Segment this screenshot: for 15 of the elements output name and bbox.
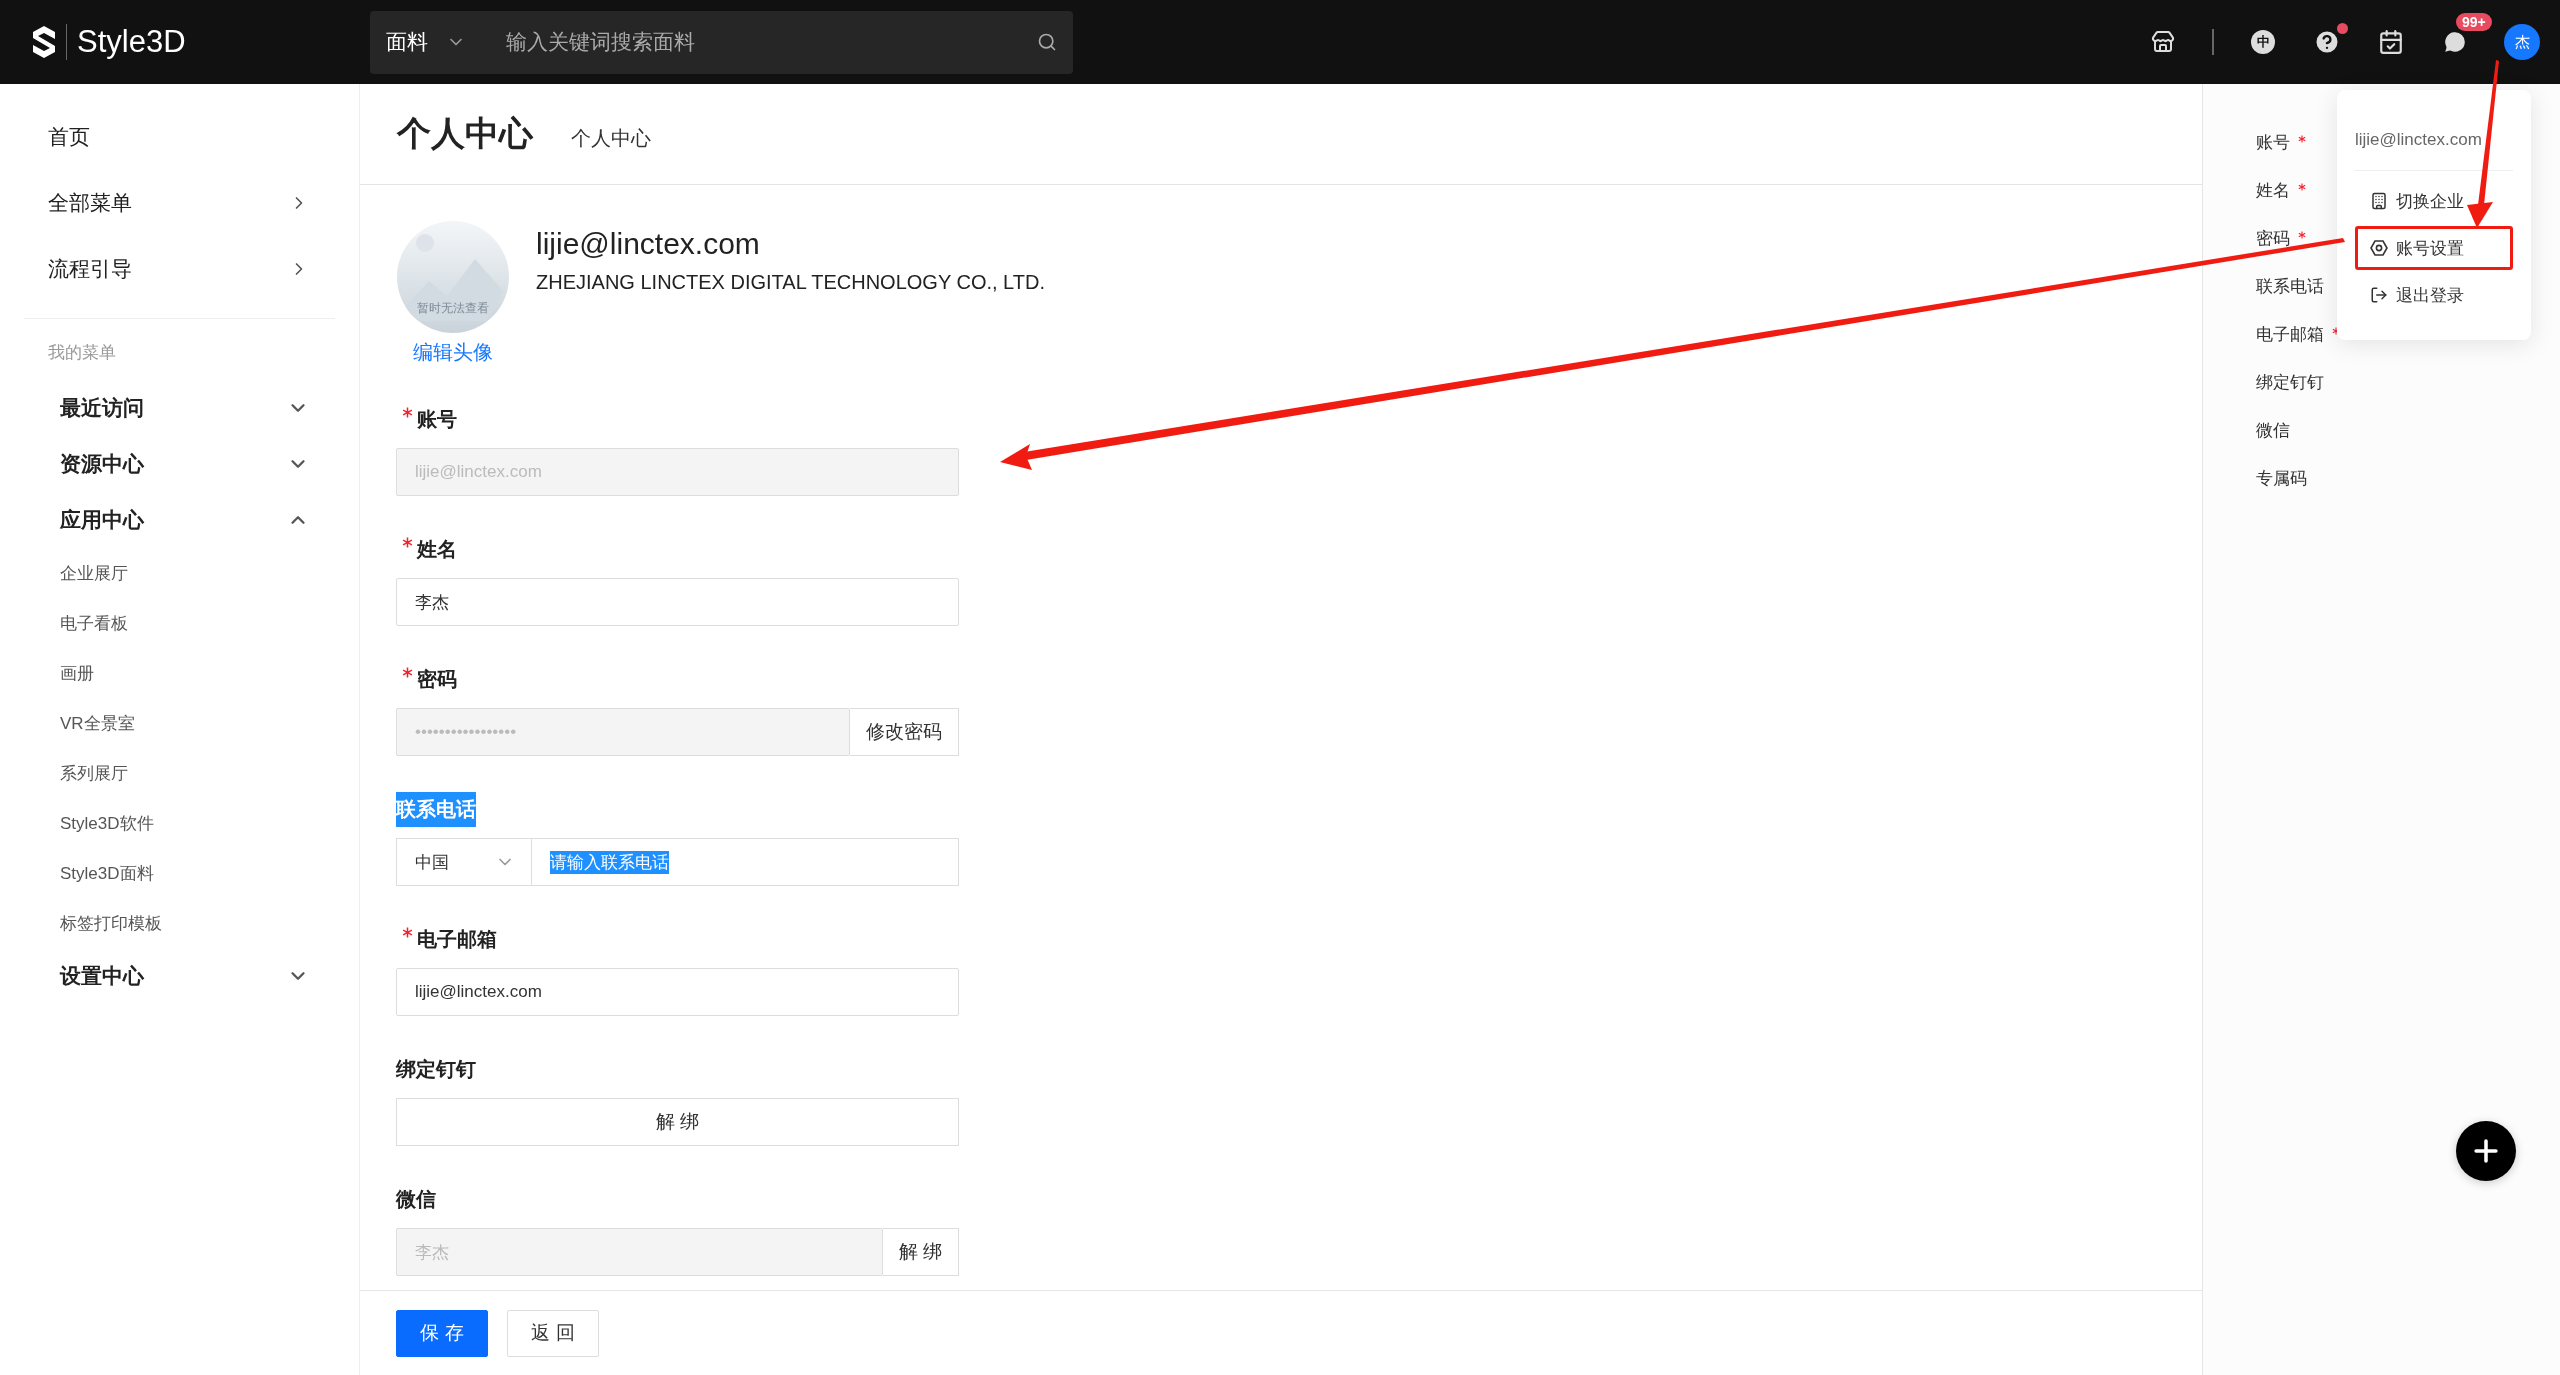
- field-label: 绑定钉钉: [396, 1056, 476, 1082]
- field-label: 电子邮箱: [417, 926, 497, 952]
- company-name: ZHEJIANG LINCTEX DIGITAL TECHNOLOGY CO., LTD.: [536, 271, 1045, 294]
- field-label: 姓名: [417, 536, 457, 562]
- field-label: 账号: [417, 406, 457, 432]
- field-label: 微信: [396, 1186, 436, 1212]
- field-label: 联系电话: [396, 791, 476, 827]
- image-caption: 暂时无法查看: [417, 300, 489, 317]
- section-heading: 我的菜单: [47, 342, 117, 364]
- field-label: 密码: [417, 666, 457, 692]
- message-count: 99+: [2456, 13, 2492, 31]
- user-email: lijie@linctex.com: [536, 227, 761, 261]
- breadcrumb: 个人中心: [571, 125, 651, 151]
- page-title: 个人中心: [397, 113, 533, 154]
- logo-text: Style3D: [66, 24, 186, 60]
